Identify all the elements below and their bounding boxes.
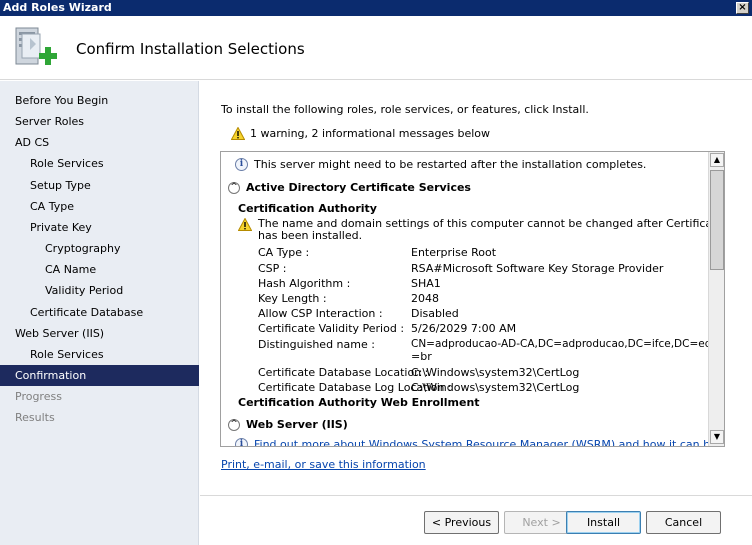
warning-summary-text: 1 warning, 2 informational messages belo… [250, 127, 491, 140]
field-key: Distinguished name : [258, 338, 375, 351]
collapse-icon[interactable]: ^ [228, 181, 240, 194]
field-value: CN=adproducao-AD-CA,DC=adproducao,DC=ifc… [411, 338, 709, 350]
restart-note-text: This server might need to be restarted a… [254, 158, 647, 171]
sidebar-item-ad-cs[interactable]: AD CS [15, 132, 49, 153]
sidebar-item-web-server-iis[interactable]: Web Server (IIS) [15, 323, 104, 344]
window-title: Add Roles Wizard [3, 1, 112, 14]
iis-section-title: Web Server (IIS) [246, 418, 348, 431]
sidebar-item-server-roles[interactable]: Server Roles [15, 111, 84, 132]
selections-content: i This server might need to be restarted… [221, 152, 709, 446]
sidebar-item-progress: Progress [15, 390, 62, 403]
sidebar-item-confirmation[interactable]: Confirmation [0, 365, 199, 386]
sidebar-item-validity-period[interactable]: Validity Period [45, 280, 123, 301]
adcs-section-header[interactable]: ^ Active Directory Certificate Services [228, 181, 471, 194]
field-value: C:\Windows\system32\CertLog [411, 366, 580, 379]
intro-text: To install the following roles, role ser… [221, 103, 589, 116]
field-value: 2048 [411, 292, 439, 305]
selections-panel[interactable]: i This server might need to be restarted… [220, 151, 725, 447]
iis-info-link[interactable]: i Find out more about Windows System Res… [235, 438, 709, 446]
wizard-steps-sidebar: Before You Begin Server Roles AD CS Role… [0, 81, 199, 545]
sidebar-item-results: Results [15, 411, 55, 424]
warning-summary: 1 warning, 2 informational messages belo… [231, 127, 490, 140]
footer-divider [200, 495, 752, 496]
main-content: To install the following roles, role ser… [200, 81, 752, 545]
field-key: CSP : [258, 262, 287, 275]
sidebar-item-setup-type[interactable]: Setup Type [30, 175, 91, 196]
field-key: CA Type : [258, 246, 310, 259]
scroll-down-button[interactable]: ▼ [710, 430, 724, 444]
restart-note: i This server might need to be restarted… [235, 158, 646, 171]
title-bar: Add Roles Wizard × [0, 0, 752, 16]
field-key: Key Length : [258, 292, 327, 305]
field-key: Certificate Validity Period : [258, 322, 405, 335]
info-icon: i [235, 158, 248, 171]
sidebar-item-ca-name[interactable]: CA Name [45, 259, 96, 280]
iis-info-text[interactable]: Find out more about Windows System Resou… [254, 438, 709, 446]
panel-scrollbar[interactable]: ▲ ▼ [708, 152, 724, 446]
ca-warning-icon [238, 218, 252, 231]
warning-icon [231, 127, 245, 140]
web-enrollment-subheader: Certification Authority Web Enrollment [238, 396, 480, 409]
previous-button[interactable]: < Previous [424, 511, 499, 534]
field-value: 5/26/2029 7:00 AM [411, 322, 517, 335]
wizard-header: Confirm Installation Selections [0, 16, 752, 80]
close-button[interactable]: × [736, 2, 749, 14]
field-value: RSA#Microsoft Software Key Storage Provi… [411, 262, 664, 275]
cancel-button[interactable]: Cancel [646, 511, 721, 534]
ca-warning-line2: has been installed. [258, 229, 363, 242]
close-icon: × [738, 2, 747, 13]
field-value: C:\Windows\system32\CertLog [411, 381, 580, 394]
iis-section-header[interactable]: ^ Web Server (IIS) [228, 418, 348, 431]
field-key: Hash Algorithm : [258, 277, 351, 290]
field-key: Allow CSP Interaction : [258, 307, 383, 320]
sidebar-item-before-you-begin[interactable]: Before You Begin [15, 90, 108, 111]
field-value: Enterprise Root [411, 246, 497, 259]
ca-subheader: Certification Authority [238, 202, 377, 215]
scroll-up-button[interactable]: ▲ [710, 153, 724, 167]
sidebar-item-private-key[interactable]: Private Key [30, 217, 92, 238]
sidebar-item-cryptography[interactable]: Cryptography [45, 238, 120, 259]
sidebar-item-ca-type[interactable]: CA Type [30, 196, 74, 217]
server-add-icon [15, 27, 57, 65]
sidebar-item-certificate-database[interactable]: Certificate Database [30, 302, 143, 323]
sidebar-item-role-services[interactable]: Role Services [30, 153, 104, 174]
sidebar-item-iis-role-services[interactable]: Role Services [30, 344, 104, 365]
info-icon: i [235, 438, 248, 446]
scroll-thumb[interactable] [710, 170, 724, 270]
field-value: SHA1 [411, 277, 441, 290]
field-key: Certificate Database Location : [258, 366, 429, 379]
print-save-link[interactable]: Print, e-mail, or save this information [221, 458, 426, 471]
install-button[interactable]: Install [566, 511, 641, 534]
page-title: Confirm Installation Selections [76, 40, 305, 58]
adcs-section-title: Active Directory Certificate Services [246, 181, 471, 194]
collapse-icon[interactable]: ^ [228, 418, 240, 431]
field-value: Disabled [411, 307, 459, 320]
field-value-continued: =br [411, 350, 432, 363]
